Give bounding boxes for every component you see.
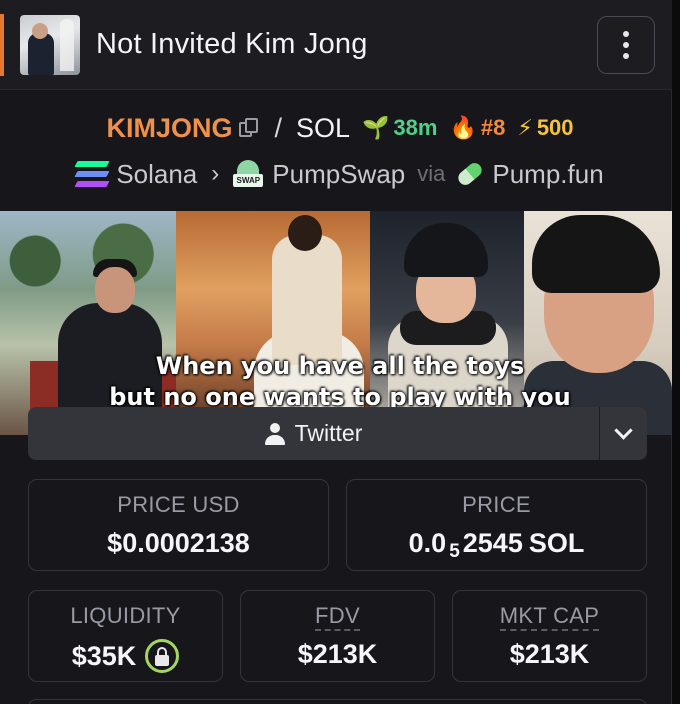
more-vertical-icon: [623, 31, 629, 59]
fdv-card: FDV $213K: [240, 590, 435, 682]
pill-icon: [455, 160, 485, 188]
socials-dropdown-button[interactable]: [599, 407, 647, 460]
chain-row: Solana › SWAP PumpSwap via Pump.fun: [0, 154, 680, 194]
market-cap-card: MKT CAP $213K: [452, 590, 647, 682]
twitter-label: Twitter: [294, 420, 363, 446]
price-native-card: PRICE 0.0 5 2545 SOL: [346, 479, 647, 571]
liquidity-label: LIQUIDITY: [70, 603, 181, 628]
pair-age: 38m: [393, 115, 438, 140]
lock-icon[interactable]: [145, 639, 180, 673]
quote-symbol: SOL: [295, 112, 351, 143]
chain-link[interactable]: Solana: [116, 159, 197, 190]
token-banner-image: When you have all the toys but no one wa…: [0, 211, 672, 435]
more-options-button[interactable]: [597, 16, 655, 74]
dex-link[interactable]: PumpSwap: [272, 159, 405, 190]
pair-row: KIMJONG / SOL 🌱 38m 🔥 #8 ⚡ 500: [0, 108, 680, 148]
price-native-label: PRICE: [462, 492, 531, 517]
fdv-label[interactable]: FDV: [315, 603, 360, 631]
token-panel: Not Invited Kim Jong KIMJONG / SOL 🌱 38m…: [0, 0, 672, 704]
liquidity-value: $35K: [71, 640, 137, 671]
price-usd-label: PRICE USD: [117, 492, 240, 517]
socials-bar: Twitter: [28, 407, 647, 460]
token-header: Not Invited Kim Jong: [0, 0, 672, 90]
flame-icon: 🔥: [449, 115, 477, 140]
banner-caption: When you have all the toys but no one wa…: [109, 352, 571, 411]
liquidity-card: LIQUIDITY $35K: [28, 590, 223, 682]
market-cap-value: $213K: [509, 639, 590, 669]
price-usd-value: $0.0002138: [107, 528, 250, 558]
solana-icon: [74, 161, 110, 187]
active-indicator: [0, 14, 4, 76]
token-title: Not Invited Kim Jong: [96, 28, 368, 60]
twitter-button[interactable]: Twitter: [28, 407, 599, 460]
seedling-icon: 🌱: [362, 115, 390, 140]
lightning-icon: ⚡: [517, 115, 533, 140]
fdv-value: $213K: [297, 639, 378, 669]
market-cap-label[interactable]: MKT CAP: [499, 603, 600, 631]
trending-rank-badge[interactable]: 🔥 #8: [449, 115, 505, 141]
price-usd-card: PRICE USD $0.0002138: [28, 479, 329, 571]
pair-age-badge: 🌱 38m: [362, 115, 437, 141]
chevron-right-icon: ›: [211, 160, 220, 187]
user-icon: [264, 422, 285, 445]
pumpswap-icon: SWAP: [233, 160, 264, 188]
pair-separator: /: [274, 112, 282, 143]
via-label: via: [417, 161, 446, 186]
price-native-value: 0.0 5 2545 SOL: [408, 528, 585, 562]
launchpad-link[interactable]: Pump.fun: [492, 159, 603, 190]
trending-rank: #8: [480, 115, 506, 140]
token-symbol[interactable]: KIMJONG: [106, 113, 232, 144]
zero-count: 5: [449, 541, 460, 562]
boost-count: 500: [536, 115, 574, 140]
next-section: [28, 699, 647, 704]
token-avatar[interactable]: [20, 15, 80, 75]
chevron-down-icon: [614, 421, 633, 440]
boost-badge[interactable]: ⚡ 500: [517, 115, 573, 141]
copy-icon[interactable]: [238, 117, 260, 139]
